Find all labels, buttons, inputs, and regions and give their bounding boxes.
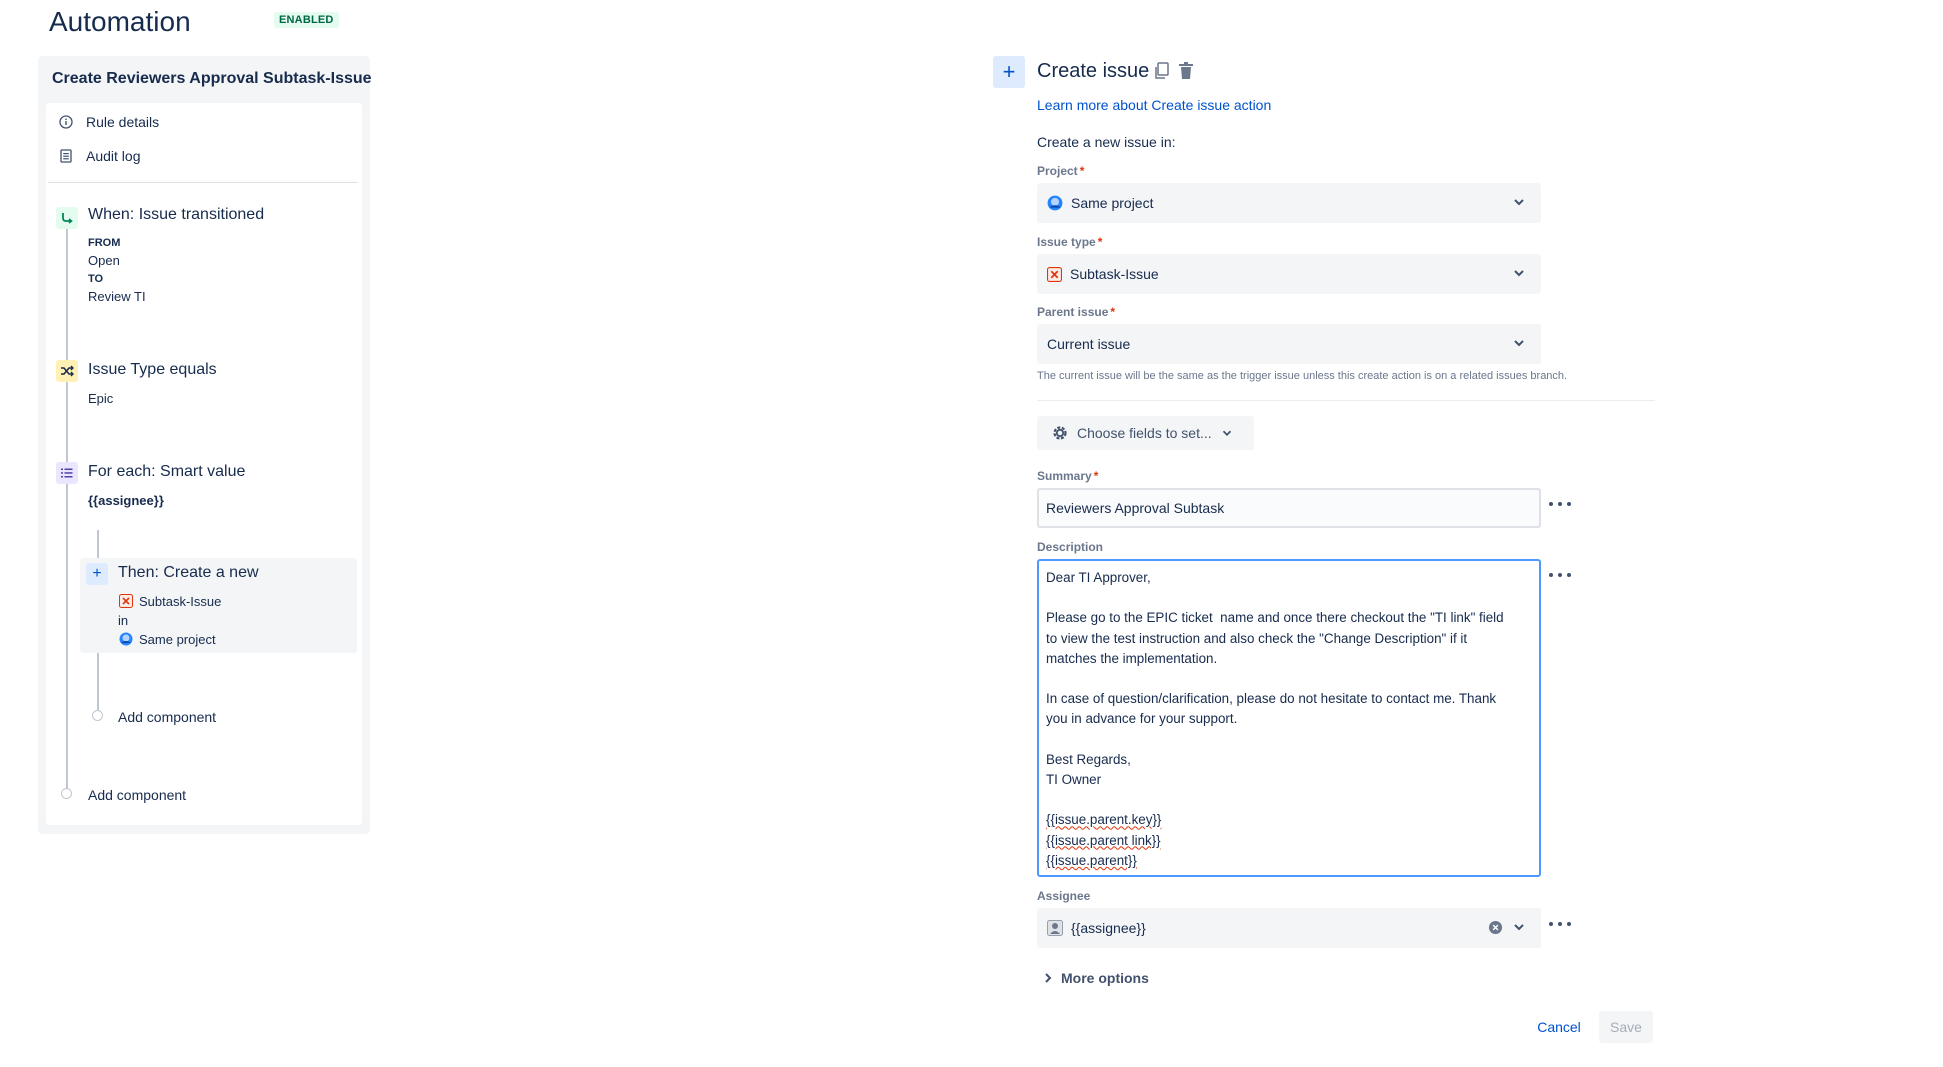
issue-type-select[interactable]: Subtask-Issue: [1037, 254, 1541, 294]
choose-fields-button[interactable]: Choose fields to set...: [1037, 416, 1254, 450]
rule-details-label: Rule details: [86, 114, 159, 130]
editor-title: Create issue: [1037, 60, 1149, 83]
subtask-issue-icon: [119, 594, 133, 608]
issue-type-value: Subtask-Issue: [1070, 266, 1159, 282]
rule-name: Create Reviewers Approval Subtask-Issue: [52, 70, 372, 88]
intro-text: Create a new issue in:: [1037, 134, 1176, 150]
audit-log-label: Audit log: [86, 148, 140, 164]
description-line: [1046, 730, 1532, 750]
branch-value: {{assignee}}: [88, 493, 164, 508]
assignee-select[interactable]: {{assignee}}: [1037, 908, 1541, 948]
chevron-right-icon: [1041, 971, 1055, 985]
info-icon: [58, 115, 74, 129]
assignee-more-button[interactable]: [1549, 919, 1571, 929]
trigger-to-value: Review TI: [88, 289, 146, 304]
timeline-line: [66, 228, 68, 790]
condition-icon: [56, 360, 78, 382]
parent-issue-label: Parent issue*: [1037, 305, 1115, 319]
summary-label: Summary*: [1037, 469, 1098, 483]
action-issue-type: Subtask-Issue: [139, 594, 221, 609]
trigger-from-value: Open: [88, 253, 120, 268]
description-line: to view the test instruction and also ch…: [1046, 629, 1532, 649]
summary-more-button[interactable]: [1549, 499, 1571, 509]
user-avatar-icon: [1047, 920, 1063, 936]
chevron-down-icon: [1511, 919, 1527, 935]
trigger-icon: [56, 207, 78, 229]
project-avatar-icon: [119, 632, 133, 646]
branch-icon: [56, 462, 78, 484]
rule-details-link[interactable]: Rule details: [58, 114, 159, 130]
description-smart-values: {{issue.parent.key}}{{issue.parent link}…: [1046, 810, 1532, 871]
subtask-issue-icon: [1047, 267, 1062, 282]
description-smart-value-line: {{issue.parent.key}}: [1046, 810, 1532, 830]
condition-title[interactable]: Issue Type equals: [88, 361, 217, 379]
description-line: [1046, 790, 1532, 810]
menu-divider: [48, 182, 358, 183]
summary-value: Reviewers Approval Subtask: [1046, 500, 1224, 516]
description-body: Dear TI Approver, Please go to the EPIC …: [1046, 568, 1532, 810]
copy-icon[interactable]: [1154, 62, 1170, 85]
section-divider: [1037, 400, 1655, 401]
parent-issue-value: Current issue: [1047, 336, 1130, 352]
page-title: Automation: [49, 6, 191, 38]
assignee-label: Assignee: [1037, 889, 1090, 903]
description-line: Please go to the EPIC ticket name and on…: [1046, 608, 1532, 628]
assignee-value: {{assignee}}: [1071, 920, 1146, 936]
action-plus-icon: +: [86, 563, 108, 585]
chevron-down-icon: [1220, 426, 1234, 440]
choose-fields-label: Choose fields to set...: [1077, 425, 1212, 441]
parent-issue-select[interactable]: Current issue: [1037, 324, 1541, 364]
more-options-toggle[interactable]: More options: [1041, 970, 1149, 986]
description-label: Description: [1037, 540, 1103, 554]
description-smart-value-line: {{issue.parent link}}: [1046, 831, 1532, 851]
status-badge: ENABLED: [274, 12, 339, 28]
more-options-label: More options: [1061, 970, 1149, 986]
summary-input[interactable]: Reviewers Approval Subtask: [1037, 488, 1541, 528]
chevron-down-icon: [1511, 194, 1527, 210]
description-line: Best Regards,: [1046, 750, 1532, 770]
description-smart-value-line: {{issue.parent}}: [1046, 851, 1532, 871]
clear-icon[interactable]: [1488, 920, 1503, 935]
add-component-dot: [92, 710, 103, 721]
description-line: [1046, 669, 1532, 689]
add-component-dot: [61, 788, 72, 799]
save-button[interactable]: Save: [1599, 1011, 1653, 1043]
description-more-button[interactable]: [1549, 570, 1571, 580]
trigger-from-label: FROM: [88, 237, 120, 249]
description-line: TI Owner: [1046, 770, 1532, 790]
parent-issue-helper-text: The current issue will be the same as th…: [1037, 370, 1567, 382]
branch-title[interactable]: For each: Smart value: [88, 463, 245, 481]
trigger-title[interactable]: When: Issue transitioned: [88, 206, 264, 224]
action-project: Same project: [139, 632, 216, 647]
action-in-label: in: [118, 613, 128, 628]
chevron-down-icon: [1511, 265, 1527, 281]
project-value: Same project: [1071, 195, 1153, 211]
description-line: matches the implementation.: [1046, 649, 1532, 669]
learn-more-link[interactable]: Learn more about Create issue action: [1037, 97, 1271, 113]
add-component-outer-button[interactable]: Add component: [88, 787, 186, 803]
project-avatar-icon: [1047, 195, 1063, 211]
condition-value: Epic: [88, 391, 113, 406]
description-line: [1046, 588, 1532, 608]
description-line: In case of question/clarification, pleas…: [1046, 689, 1532, 709]
add-component-inner-button[interactable]: Add component: [118, 709, 216, 725]
audit-log-link[interactable]: Audit log: [58, 148, 140, 164]
add-action-button[interactable]: +: [993, 56, 1025, 88]
description-line: Dear TI Approver,: [1046, 568, 1532, 588]
chevron-down-icon: [1511, 335, 1527, 351]
description-line: you in advance for your support.: [1046, 709, 1532, 729]
document-icon: [58, 149, 74, 163]
description-textarea[interactable]: Dear TI Approver, Please go to the EPIC …: [1037, 559, 1541, 877]
cancel-button[interactable]: Cancel: [1528, 1011, 1590, 1043]
project-label: Project*: [1037, 164, 1084, 178]
project-select[interactable]: Same project: [1037, 183, 1541, 223]
action-title[interactable]: Then: Create a new: [118, 564, 259, 582]
delete-icon[interactable]: [1178, 62, 1194, 85]
gear-icon: [1051, 424, 1069, 442]
issue-type-label: Issue type*: [1037, 235, 1102, 249]
trigger-to-label: TO: [88, 273, 103, 285]
